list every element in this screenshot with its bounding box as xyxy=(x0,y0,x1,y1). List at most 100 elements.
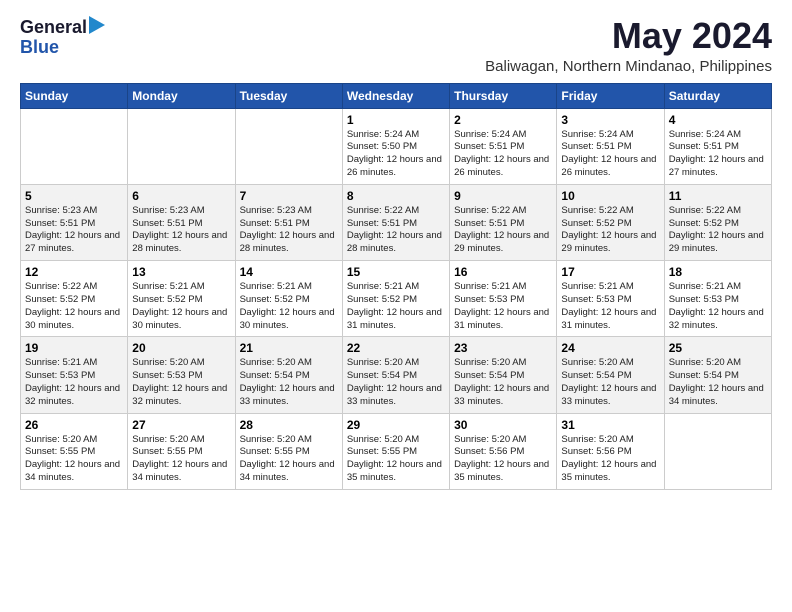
title-block: May 2024 Baliwagan, Northern Mindanao, P… xyxy=(485,16,772,75)
table-row: 15 Sunrise: 5:21 AMSunset: 5:52 PMDayligh… xyxy=(342,261,449,337)
day-info: Sunrise: 5:20 AMSunset: 5:55 PMDaylight:… xyxy=(132,434,230,485)
table-row: 25 Sunrise: 5:20 AMSunset: 5:54 PMDayligh… xyxy=(664,337,771,413)
day-number: 26 xyxy=(25,418,123,432)
day-info: Sunrise: 5:21 AMSunset: 5:52 PMDaylight:… xyxy=(240,281,338,332)
day-number: 7 xyxy=(240,189,338,203)
calendar-row: 5 Sunrise: 5:23 AMSunset: 5:51 PMDaylight… xyxy=(21,184,772,260)
logo-blue: Blue xyxy=(20,37,59,58)
day-number: 29 xyxy=(347,418,445,432)
day-info: Sunrise: 5:22 AMSunset: 5:52 PMDaylight:… xyxy=(561,205,659,256)
day-number: 25 xyxy=(669,341,767,355)
day-info: Sunrise: 5:21 AMSunset: 5:52 PMDaylight:… xyxy=(132,281,230,332)
day-info: Sunrise: 5:23 AMSunset: 5:51 PMDaylight:… xyxy=(25,205,123,256)
calendar-row: 1 Sunrise: 5:24 AMSunset: 5:50 PMDaylight… xyxy=(21,108,772,184)
day-number: 24 xyxy=(561,341,659,355)
day-number: 11 xyxy=(669,189,767,203)
day-number: 30 xyxy=(454,418,552,432)
day-number: 16 xyxy=(454,265,552,279)
calendar-table: Sunday Monday Tuesday Wednesday Thursday… xyxy=(20,83,772,490)
day-info: Sunrise: 5:23 AMSunset: 5:51 PMDaylight:… xyxy=(240,205,338,256)
header: General Blue May 2024 Baliwagan, Norther… xyxy=(20,16,772,75)
table-row: 28 Sunrise: 5:20 AMSunset: 5:55 PMDayligh… xyxy=(235,413,342,489)
day-info: Sunrise: 5:24 AMSunset: 5:50 PMDaylight:… xyxy=(347,129,445,180)
logo: General Blue xyxy=(20,16,105,58)
table-row: 13 Sunrise: 5:21 AMSunset: 5:52 PMDayligh… xyxy=(128,261,235,337)
header-sunday: Sunday xyxy=(21,83,128,108)
table-row: 5 Sunrise: 5:23 AMSunset: 5:51 PMDaylight… xyxy=(21,184,128,260)
table-row: 26 Sunrise: 5:20 AMSunset: 5:55 PMDayligh… xyxy=(21,413,128,489)
day-info: Sunrise: 5:20 AMSunset: 5:54 PMDaylight:… xyxy=(669,357,767,408)
table-row: 6Sunrise: 5:23 AMSunset: 5:51 PMDaylight… xyxy=(128,184,235,260)
table-row xyxy=(664,413,771,489)
day-info: Sunrise: 5:24 AMSunset: 5:51 PMDaylight:… xyxy=(561,129,659,180)
day-info: Sunrise: 5:20 AMSunset: 5:54 PMDaylight:… xyxy=(347,357,445,408)
day-info: Sunrise: 5:20 AMSunset: 5:53 PMDaylight:… xyxy=(132,357,230,408)
table-row xyxy=(235,108,342,184)
day-number: 14 xyxy=(240,265,338,279)
day-number: 8 xyxy=(347,189,445,203)
table-row: 27 Sunrise: 5:20 AMSunset: 5:55 PMDayligh… xyxy=(128,413,235,489)
table-row: 7 Sunrise: 5:23 AMSunset: 5:51 PMDaylight… xyxy=(235,184,342,260)
table-row: 10Sunrise: 5:22 AMSunset: 5:52 PMDayligh… xyxy=(557,184,664,260)
table-row: 11 Sunrise: 5:22 AMSunset: 5:52 PMDayligh… xyxy=(664,184,771,260)
day-info: Sunrise: 5:21 AMSunset: 5:53 PMDaylight:… xyxy=(25,357,123,408)
table-row: 18Sunrise: 5:21 AMSunset: 5:53 PMDayligh… xyxy=(664,261,771,337)
weekday-header-row: Sunday Monday Tuesday Wednesday Thursday… xyxy=(21,83,772,108)
day-number: 23 xyxy=(454,341,552,355)
day-number: 13 xyxy=(132,265,230,279)
table-row: 1 Sunrise: 5:24 AMSunset: 5:50 PMDaylight… xyxy=(342,108,449,184)
day-number: 9 xyxy=(454,189,552,203)
table-row xyxy=(21,108,128,184)
day-info: Sunrise: 5:21 AMSunset: 5:52 PMDaylight:… xyxy=(347,281,445,332)
day-info: Sunrise: 5:22 AMSunset: 5:52 PMDaylight:… xyxy=(669,205,767,256)
day-info: Sunrise: 5:20 AMSunset: 5:55 PMDaylight:… xyxy=(240,434,338,485)
header-tuesday: Tuesday xyxy=(235,83,342,108)
table-row: 21 Sunrise: 5:20 AMSunset: 5:54 PMDayligh… xyxy=(235,337,342,413)
day-info: Sunrise: 5:24 AMSunset: 5:51 PMDaylight:… xyxy=(454,129,552,180)
day-info: Sunrise: 5:20 AMSunset: 5:56 PMDaylight:… xyxy=(454,434,552,485)
page: General Blue May 2024 Baliwagan, Norther… xyxy=(0,0,792,612)
header-monday: Monday xyxy=(128,83,235,108)
header-saturday: Saturday xyxy=(664,83,771,108)
calendar-row: 12 Sunrise: 5:22 AMSunset: 5:52 PMDayligh… xyxy=(21,261,772,337)
table-row: 14 Sunrise: 5:21 AMSunset: 5:52 PMDayligh… xyxy=(235,261,342,337)
table-row: 2 Sunrise: 5:24 AMSunset: 5:51 PMDaylight… xyxy=(450,108,557,184)
table-row: 17Sunrise: 5:21 AMSunset: 5:53 PMDayligh… xyxy=(557,261,664,337)
day-number: 1 xyxy=(347,113,445,127)
day-number: 12 xyxy=(25,265,123,279)
day-number: 5 xyxy=(25,189,123,203)
table-row: 3 Sunrise: 5:24 AMSunset: 5:51 PMDaylight… xyxy=(557,108,664,184)
logo-general: General xyxy=(20,17,87,38)
day-number: 2 xyxy=(454,113,552,127)
day-number: 31 xyxy=(561,418,659,432)
table-row: 9Sunrise: 5:22 AMSunset: 5:51 PMDaylight… xyxy=(450,184,557,260)
table-row: 29Sunrise: 5:20 AMSunset: 5:55 PMDayligh… xyxy=(342,413,449,489)
day-info: Sunrise: 5:22 AMSunset: 5:52 PMDaylight:… xyxy=(25,281,123,332)
day-number: 3 xyxy=(561,113,659,127)
day-number: 15 xyxy=(347,265,445,279)
table-row xyxy=(128,108,235,184)
day-number: 4 xyxy=(669,113,767,127)
table-row: 23 Sunrise: 5:20 AMSunset: 5:54 PMDayligh… xyxy=(450,337,557,413)
table-row: 16Sunrise: 5:21 AMSunset: 5:53 PMDayligh… xyxy=(450,261,557,337)
day-info: Sunrise: 5:20 AMSunset: 5:54 PMDaylight:… xyxy=(561,357,659,408)
day-number: 27 xyxy=(132,418,230,432)
day-info: Sunrise: 5:21 AMSunset: 5:53 PMDaylight:… xyxy=(561,281,659,332)
logo-arrow-icon xyxy=(89,16,105,39)
day-info: Sunrise: 5:20 AMSunset: 5:54 PMDaylight:… xyxy=(454,357,552,408)
header-friday: Friday xyxy=(557,83,664,108)
table-row: 22Sunrise: 5:20 AMSunset: 5:54 PMDayligh… xyxy=(342,337,449,413)
day-info: Sunrise: 5:24 AMSunset: 5:51 PMDaylight:… xyxy=(669,129,767,180)
day-info: Sunrise: 5:20 AMSunset: 5:55 PMDaylight:… xyxy=(25,434,123,485)
day-number: 21 xyxy=(240,341,338,355)
day-info: Sunrise: 5:23 AMSunset: 5:51 PMDaylight:… xyxy=(132,205,230,256)
calendar-row: 26 Sunrise: 5:20 AMSunset: 5:55 PMDayligh… xyxy=(21,413,772,489)
table-row: 12 Sunrise: 5:22 AMSunset: 5:52 PMDayligh… xyxy=(21,261,128,337)
table-row: 4 Sunrise: 5:24 AMSunset: 5:51 PMDaylight… xyxy=(664,108,771,184)
day-number: 28 xyxy=(240,418,338,432)
day-info: Sunrise: 5:20 AMSunset: 5:54 PMDaylight:… xyxy=(240,357,338,408)
day-info: Sunrise: 5:21 AMSunset: 5:53 PMDaylight:… xyxy=(669,281,767,332)
header-thursday: Thursday xyxy=(450,83,557,108)
table-row: 30 Sunrise: 5:20 AMSunset: 5:56 PMDayligh… xyxy=(450,413,557,489)
calendar-row: 19Sunrise: 5:21 AMSunset: 5:53 PMDayligh… xyxy=(21,337,772,413)
